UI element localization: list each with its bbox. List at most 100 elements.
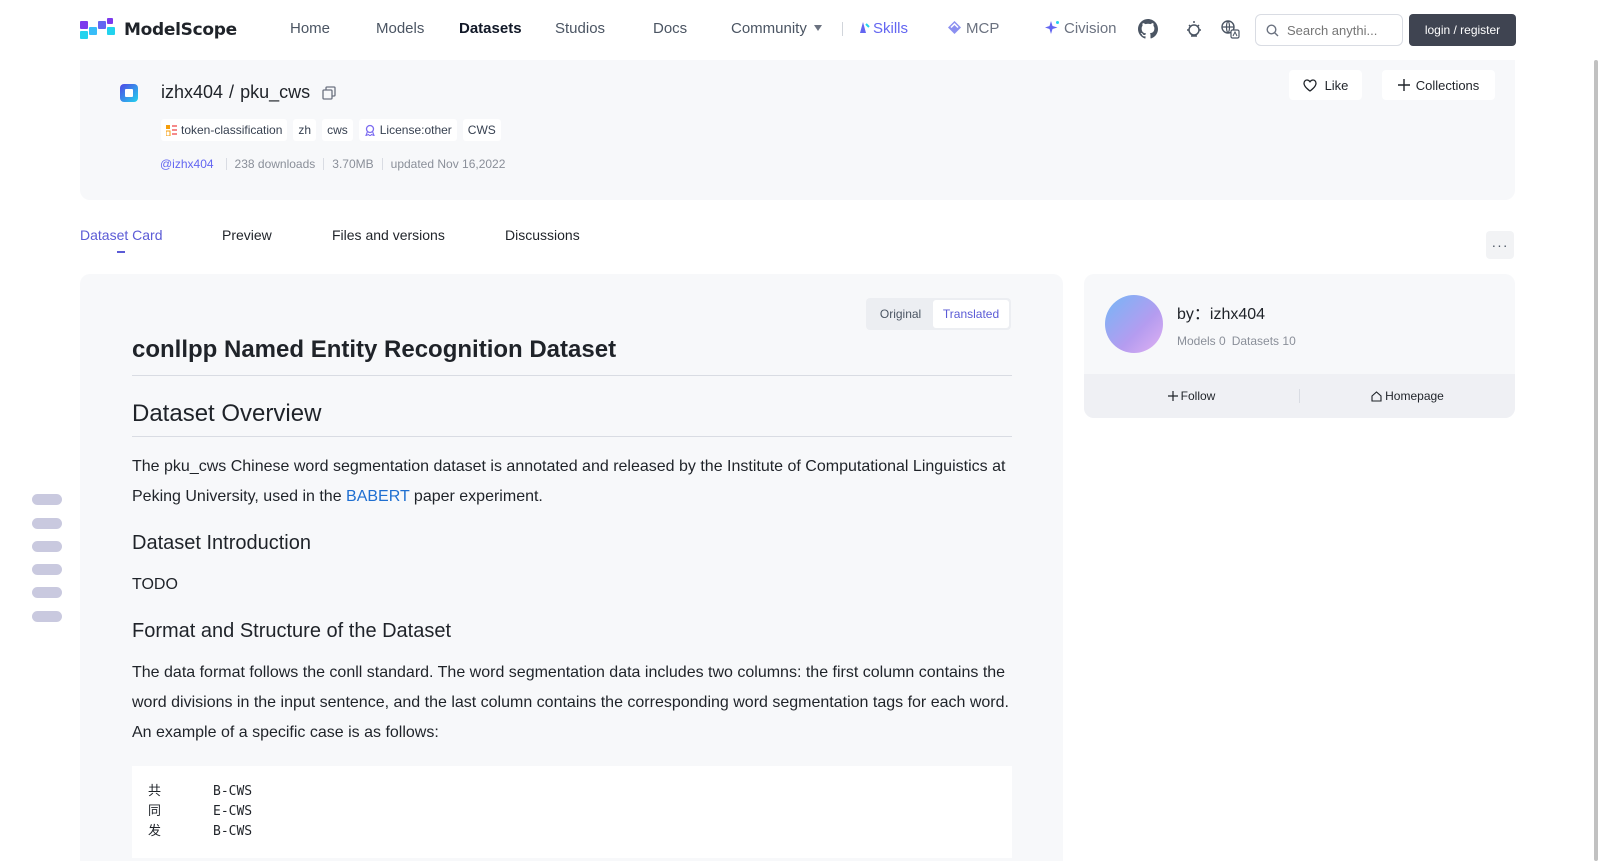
updated-date: updated Nov 16,2022 [381, 158, 514, 170]
follow-label: Follow [1180, 389, 1216, 403]
overview-text: The pku_cws Chinese word segmentation da… [132, 458, 1006, 505]
original-option[interactable]: Original [868, 300, 933, 328]
author-link[interactable]: @izhx404 [160, 158, 226, 170]
readme-content: conllpp Named Entity Recognition Dataset… [132, 336, 1012, 858]
chevron-down-icon [813, 25, 822, 31]
brand-name: ModelScope [124, 20, 237, 40]
heart-icon [1302, 78, 1317, 92]
author-name[interactable]: by：izhx404 [1177, 300, 1265, 324]
nav-divider [842, 22, 843, 36]
collections-button[interactable]: Collections [1382, 70, 1495, 100]
dataset-tags: token-classification zh cws License:othe… [161, 119, 501, 141]
skills-icon [860, 22, 870, 33]
nav-home[interactable]: Home [290, 20, 330, 37]
nav-datasets[interactable]: Datasets [459, 20, 522, 37]
nav-civision[interactable]: Civision [1045, 20, 1117, 37]
login-register-button[interactable]: login / register [1409, 14, 1516, 46]
top-navigation: ModelScope Home Models Datasets Studios … [0, 0, 1600, 60]
format-heading: Format and Structure of the Dataset [132, 620, 452, 642]
search-input[interactable] [1287, 22, 1395, 38]
mcp-icon [948, 21, 961, 34]
homepage-label: Homepage [1385, 389, 1444, 403]
toc-item[interactable] [32, 564, 62, 575]
tag-language[interactable]: zh [293, 119, 317, 141]
tab-dataset-card[interactable]: Dataset Card [80, 227, 162, 243]
code-row: 发 B-CWS [148, 822, 996, 842]
code-row: 同 E-CWS [148, 802, 996, 822]
nav-community[interactable]: Community [731, 20, 822, 37]
nav-mcp-label: MCP [966, 20, 1000, 37]
nav-skills[interactable]: Skills [857, 20, 908, 37]
nav-studios[interactable]: Studios [555, 20, 605, 37]
tab-files-and-versions[interactable]: Files and versions [332, 227, 445, 243]
homepage-button[interactable]: Homepage [1300, 389, 1515, 403]
dataset-title: izhx404 / pku_cws [161, 82, 336, 103]
toc-item[interactable] [32, 541, 62, 552]
translated-option[interactable]: Translated [933, 300, 1009, 328]
follow-button[interactable]: Follow [1084, 389, 1299, 403]
intro-paragraph: TODO [132, 576, 178, 593]
code-tag: E-CWS [213, 804, 253, 819]
overview-text-end: paper experiment. [409, 488, 543, 505]
nav-mcp[interactable]: MCP [947, 20, 999, 37]
dataset-name: pku_cws [240, 82, 311, 102]
toc-item[interactable] [32, 587, 62, 598]
toc-item[interactable] [32, 494, 62, 505]
intro-heading: Dataset Introduction [132, 532, 311, 554]
scrollbar-thumb[interactable] [1594, 60, 1598, 861]
tag-cws-upper[interactable]: CWS [462, 119, 501, 141]
code-token: 共 [148, 784, 162, 799]
tag-task-label: token-classification [181, 123, 283, 137]
toc-item[interactable] [32, 518, 62, 529]
author-card: by：izhx404 Models 0 Datasets 10 Follow H… [1084, 274, 1515, 418]
code-tag: B-CWS [213, 824, 253, 839]
language-icon[interactable] [1220, 19, 1242, 41]
code-row: 共 B-CWS [148, 782, 996, 802]
format-paragraph: The data format follows the conll standa… [132, 664, 1009, 741]
nav-models[interactable]: Models [376, 20, 424, 37]
author-counts: Models 0 Datasets 10 [1177, 334, 1296, 348]
dataset-meta: @izhx404 238 downloads 3.70MB updated No… [160, 158, 513, 170]
github-icon[interactable] [1138, 19, 1160, 41]
search-box[interactable] [1255, 14, 1403, 46]
more-options-button[interactable]: ··· [1486, 231, 1514, 259]
toc-item[interactable] [32, 611, 62, 622]
download-count: 238 downloads [225, 158, 324, 170]
like-button[interactable]: Like [1289, 70, 1362, 100]
author-avatar[interactable] [1105, 295, 1163, 353]
nav-community-label: Community [731, 20, 807, 37]
dataset-size: 3.70MB [323, 158, 381, 170]
author-models-count: Models 0 [1177, 334, 1226, 348]
author-datasets-count: Datasets 10 [1231, 334, 1296, 348]
copy-icon[interactable] [322, 85, 336, 100]
search-icon [1266, 23, 1279, 36]
code-token: 发 [148, 824, 162, 839]
tag-task[interactable]: token-classification [161, 119, 288, 141]
collections-label: Collections [1415, 77, 1480, 93]
tag-cws[interactable]: cws [322, 119, 353, 141]
task-icon [166, 124, 177, 136]
overview-paragraph: The pku_cws Chinese word segmentation da… [132, 452, 1012, 512]
tag-license[interactable]: License:other [358, 119, 457, 141]
logo-icon [80, 18, 118, 41]
plus-icon [1167, 391, 1178, 401]
nav-docs[interactable]: Docs [653, 20, 687, 37]
home-icon [1371, 390, 1382, 402]
tab-discussions[interactable]: Discussions [505, 227, 580, 243]
nav-skills-label: Skills [873, 20, 909, 37]
translation-toggle: Original Translated [866, 298, 1011, 330]
dataset-owner[interactable]: izhx404 [161, 82, 223, 103]
dataset-header: izhx404 / pku_cws token-classification z… [80, 60, 1515, 200]
nav-civision-label: Civision [1064, 20, 1117, 37]
code-token: 同 [148, 804, 162, 819]
tab-preview[interactable]: Preview [222, 227, 272, 243]
tag-license-label: License:other [379, 123, 452, 137]
babert-link[interactable]: BABERT [346, 488, 409, 505]
modelscope-logo[interactable]: ModelScope [80, 18, 237, 41]
dataset-card-panel: Original Translated conllpp Named Entity… [80, 274, 1063, 861]
author-actions: Follow Homepage [1084, 374, 1515, 418]
plus-icon [1397, 79, 1410, 91]
title-separator: / [229, 82, 235, 102]
overview-heading: Dataset Overview [132, 400, 1012, 437]
theme-toggle-icon[interactable] [1184, 19, 1206, 41]
